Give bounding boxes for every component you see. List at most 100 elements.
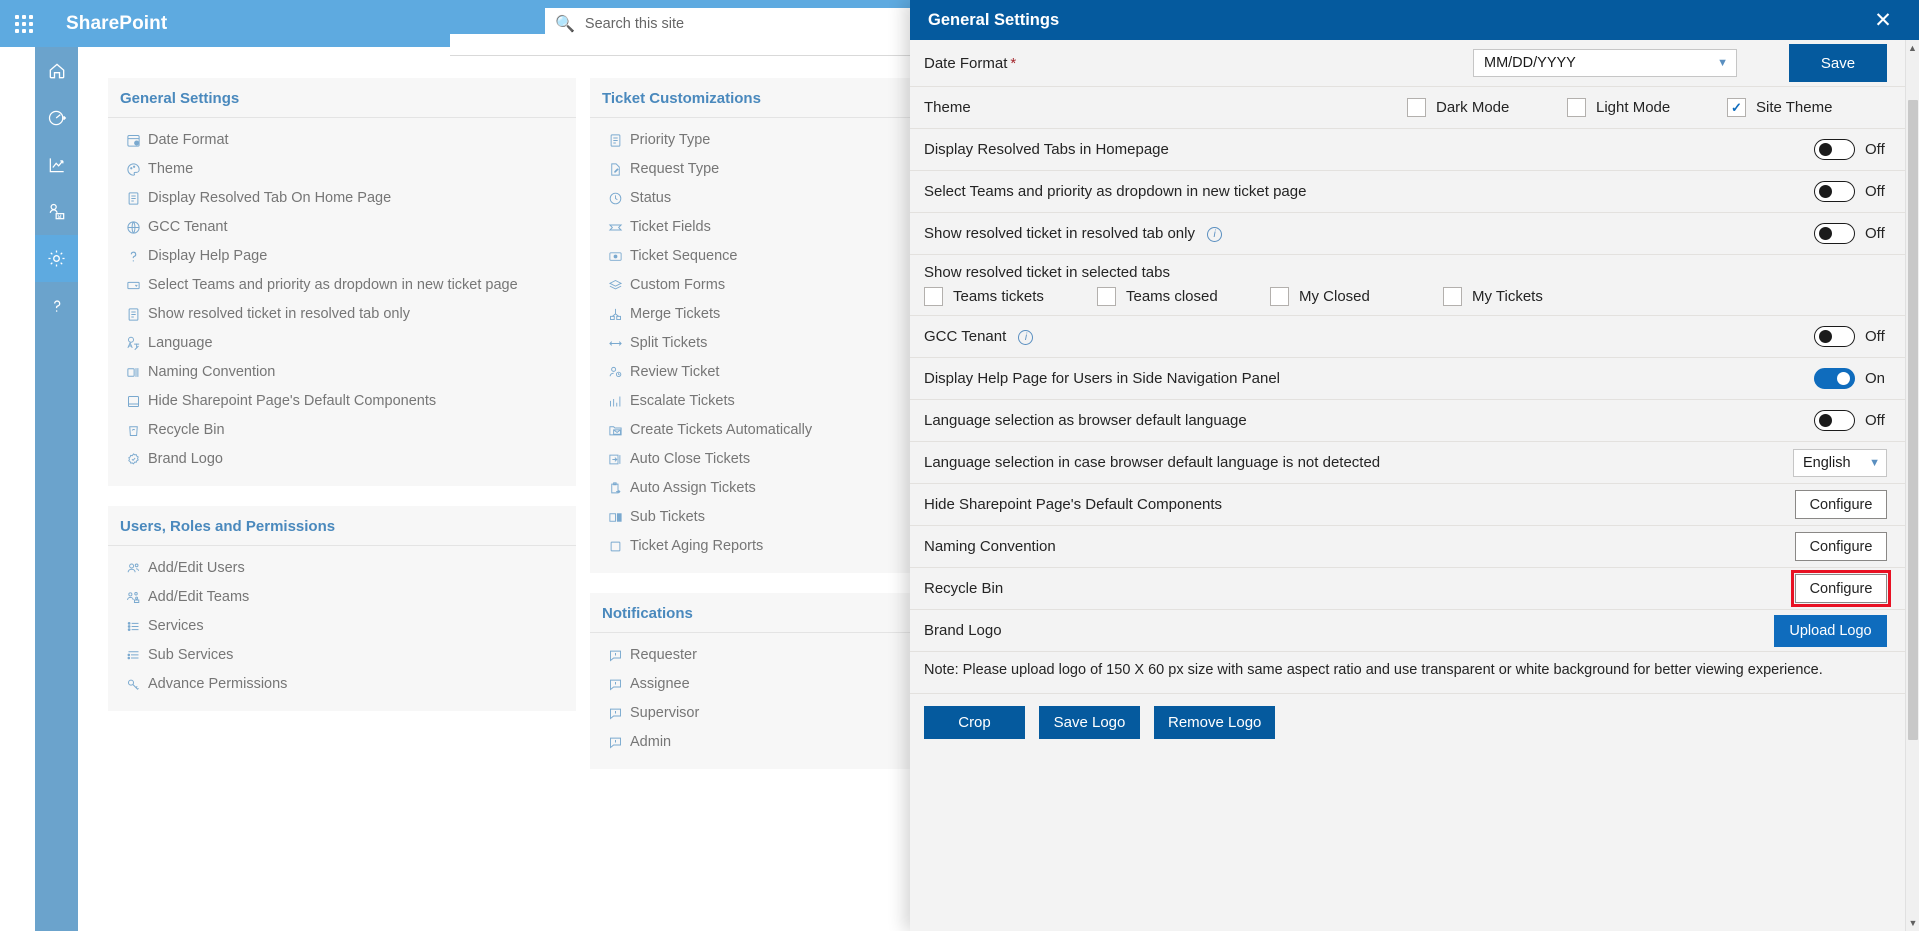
upload-logo-button[interactable]: Upload Logo [1774,614,1887,647]
toggle-select-teams-priority[interactable]: Off [1814,181,1887,202]
list-item[interactable]: Create Tickets Automatically [590,416,930,445]
group-notifications: Notifications Requester Assignee Supervi… [590,593,930,769]
checkbox-teams-closed[interactable]: Teams closed [1097,287,1270,306]
dropdown-box-icon [126,278,148,293]
checkbox-light-mode[interactable]: Light Mode [1567,98,1717,117]
list-item[interactable]: Split Tickets [590,329,930,358]
rail-item-dashboard[interactable] [35,94,78,141]
list-item-label: Recycle Bin [148,422,225,438]
info-icon[interactable]: i [1207,226,1223,242]
date-format-select[interactable]: MM/DD/YYYY ▼ [1473,49,1737,77]
toggle-language-browser-default[interactable]: Off [1814,410,1887,431]
list-item[interactable]: Add/Edit Users [108,554,576,583]
toggle-switch[interactable] [1814,368,1855,389]
toggle-display-resolved-tabs[interactable]: Off [1814,139,1887,160]
list-item-label: Select Teams and priority as dropdown in… [148,277,518,293]
row-label: Language selection in case browser defau… [924,454,1381,471]
rail-item-reports[interactable] [35,141,78,188]
people-chart-icon [47,202,67,222]
list-item[interactable]: Sub Services [108,641,576,670]
list-item-label: Ticket Aging Reports [630,538,764,554]
configure-hide-components-button[interactable]: Configure [1795,490,1887,519]
checkbox-box [924,287,943,306]
list-item[interactable]: Add/Edit Teams [108,583,576,612]
remove-logo-button[interactable]: Remove Logo [1154,706,1276,739]
list-item[interactable]: Ticket Aging Reports [590,532,930,561]
list-item[interactable]: Merge Tickets [590,300,930,329]
priority-list-icon [608,133,630,148]
list-item[interactable]: Requester [590,641,930,670]
list-item[interactable]: Recycle Bin [108,416,576,445]
list-item[interactable]: Status [590,184,930,213]
toggle-switch[interactable] [1814,326,1855,347]
rail-item-help[interactable] [35,282,78,329]
list-item[interactable]: Auto Assign Tickets [590,474,930,503]
row-show-resolved-ticket: Show resolved ticket in resolved tab onl… [910,213,1905,255]
rail-item-teams[interactable] [35,188,78,235]
home-icon [47,61,67,81]
list-item[interactable]: Ticket Fields [590,213,930,242]
globe-icon [126,220,148,235]
checkbox-site-theme[interactable]: ✓ Site Theme [1727,98,1877,117]
crop-button[interactable]: Crop [924,706,1025,739]
sublist-icon [126,648,148,663]
comment-icon [608,648,630,663]
list-item[interactable]: Auto Close Tickets [590,445,930,474]
checkbox-my-tickets[interactable]: My Tickets [1443,287,1616,306]
list-item[interactable]: Date Format [108,126,576,155]
chart-up-icon [608,394,630,409]
list-item[interactable]: Naming Convention [108,358,576,387]
toggle-switch[interactable] [1814,139,1855,160]
list-item[interactable]: Request Type [590,155,930,184]
list-item[interactable]: Priority Type [590,126,930,155]
toggle-switch[interactable] [1814,181,1855,202]
list-item[interactable]: Language [108,329,576,358]
list-item[interactable]: Custom Forms [590,271,930,300]
toggle-switch[interactable] [1814,223,1855,244]
list-item-label: Auto Close Tickets [630,451,751,467]
scroll-thumb[interactable] [1908,100,1918,740]
checkbox-box [1567,98,1586,117]
panel-scrollbar[interactable]: ▲ ▼ [1905,40,1919,931]
toggle-switch[interactable] [1814,410,1855,431]
list-item[interactable]: Brand Logo [108,445,576,474]
save-logo-button[interactable]: Save Logo [1039,706,1140,739]
list-item-label: Supervisor [630,705,700,721]
close-icon[interactable]: ✕ [1865,0,1901,40]
list-item[interactable]: Supervisor [590,699,930,728]
toggle-state: Off [1865,412,1885,429]
checkbox-dark-mode[interactable]: Dark Mode [1407,98,1557,117]
list-item[interactable]: Sub Tickets [590,503,930,532]
list-item[interactable]: Hide Sharepoint Page's Default Component… [108,387,576,416]
list-item[interactable]: Select Teams and priority as dropdown in… [108,271,576,300]
save-button[interactable]: Save [1789,44,1887,82]
sequence-icon [608,249,630,264]
list-item[interactable]: GCC Tenant [108,213,576,242]
list-item[interactable]: Services [108,612,576,641]
rail-item-settings[interactable] [35,235,78,282]
list-item[interactable]: Ticket Sequence [590,242,930,271]
language-select[interactable]: English ▼ [1793,448,1887,477]
auto-close-icon [608,452,630,467]
scroll-up-arrow-icon[interactable]: ▲ [1906,40,1919,56]
list-item[interactable]: Display Resolved Tab On Home Page [108,184,576,213]
list-item[interactable]: Advance Permissions [108,670,576,699]
configure-recycle-bin-button[interactable]: Configure [1791,570,1891,607]
list-item[interactable]: Admin [590,728,930,757]
list-item[interactable]: Review Ticket [590,358,930,387]
list-item[interactable]: Display Help Page [108,242,576,271]
toggle-display-help-page[interactable]: On [1814,368,1887,389]
list-item[interactable]: Theme [108,155,576,184]
scroll-down-arrow-icon[interactable]: ▼ [1906,915,1919,931]
configure-naming-convention-button[interactable]: Configure [1795,532,1887,561]
list-item[interactable]: Show resolved ticket in resolved tab onl… [108,300,576,329]
app-launcher-icon[interactable] [0,0,48,47]
toggle-gcc-tenant[interactable]: Off [1814,326,1887,347]
rail-item-home[interactable] [35,47,78,94]
toggle-show-resolved-ticket[interactable]: Off [1814,223,1887,244]
checkbox-my-closed[interactable]: My Closed [1270,287,1443,306]
checkbox-teams-tickets[interactable]: Teams tickets [924,287,1097,306]
info-icon[interactable]: i [1018,329,1034,345]
list-item[interactable]: Escalate Tickets [590,387,930,416]
list-item[interactable]: Assignee [590,670,930,699]
